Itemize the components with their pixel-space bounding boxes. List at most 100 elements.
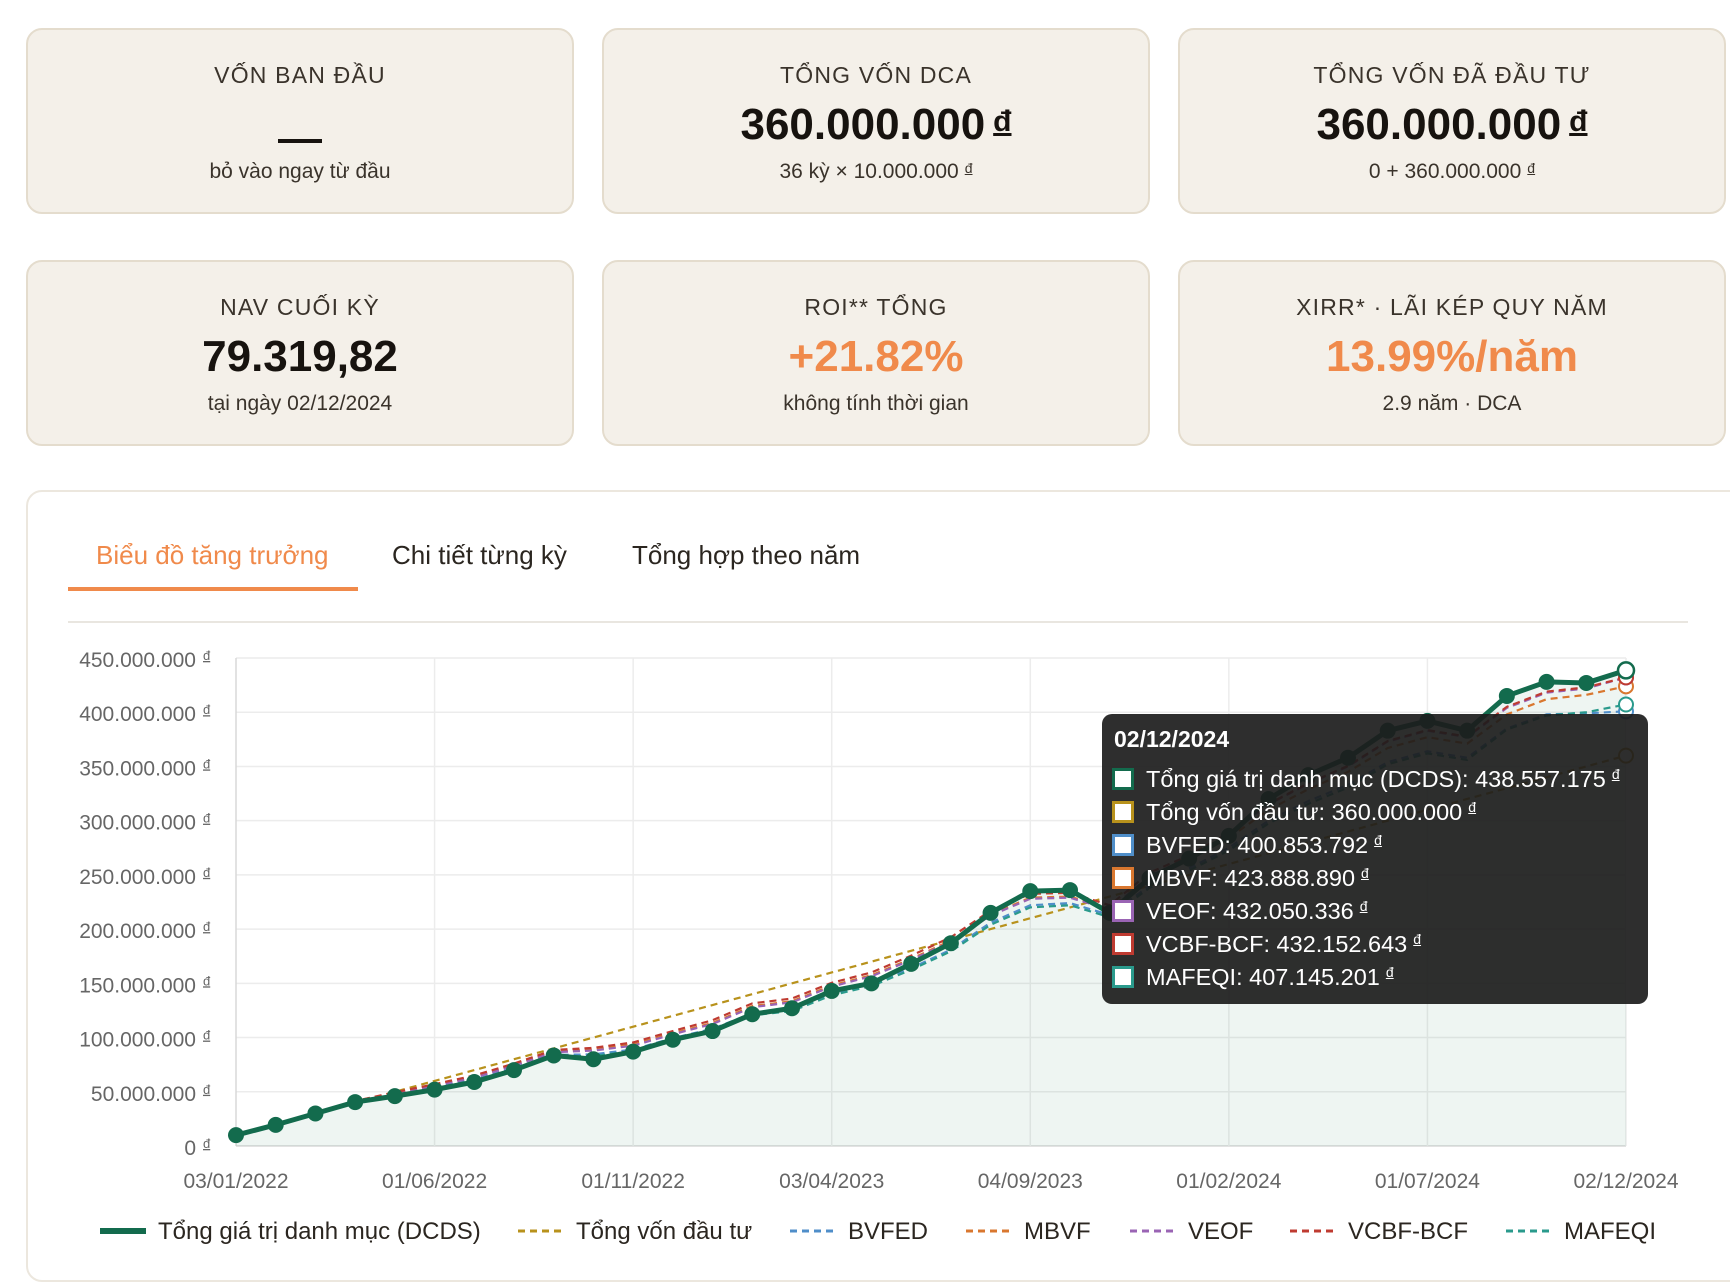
legend-item-bvfed[interactable]: BVFED <box>790 1218 928 1246</box>
tooltip-text: Tổng vốn đầu tư: 360.000.000 <box>1146 799 1463 825</box>
y-tick-label: 100.000.000 <box>79 1029 196 1052</box>
x-tick-label: 01/11/2022 <box>581 1170 685 1193</box>
point-portfolio[interactable] <box>1498 687 1515 704</box>
tooltip-swatch-invested <box>1112 800 1134 823</box>
point-portfolio[interactable] <box>1616 661 1636 680</box>
tooltip-text: VCBF-BCF: 432.152.643 <box>1146 931 1408 957</box>
legend-item-portfolio[interactable]: Tổng giá trị danh mục (DCDS) <box>100 1218 481 1246</box>
point-portfolio[interactable] <box>1022 883 1039 900</box>
legend-swatch-mafeqi <box>1506 1229 1552 1233</box>
x-tick-label: 03/04/2023 <box>779 1170 884 1193</box>
y-tick-currency: đ <box>203 919 211 934</box>
legend-label: VEOF <box>1188 1218 1254 1245</box>
y-tick-currency: đ <box>203 811 211 826</box>
y-tick-label: 150.000.000 <box>79 974 196 997</box>
chart-legend: Tổng giá trị danh mục (DCDS) Tổng vốn đầu… <box>0 1218 1730 1254</box>
x-tick-label: 04/09/2023 <box>978 1170 1083 1193</box>
y-tick-label: 400.000.000 <box>79 703 196 726</box>
tooltip-title: 02/12/2024 <box>1114 726 1230 752</box>
legend-label: MAFEQI <box>1564 1218 1657 1245</box>
y-tick-label: 200.000.000 <box>79 920 196 943</box>
legend-item-mbvf[interactable]: MBVF <box>966 1218 1091 1246</box>
point-portfolio[interactable] <box>1578 674 1595 691</box>
point-portfolio[interactable] <box>228 1127 244 1144</box>
point-portfolio[interactable] <box>506 1062 522 1079</box>
y-tick-label: 300.000.000 <box>79 812 196 835</box>
legend-item-veof[interactable]: VEOF <box>1130 1218 1253 1246</box>
currency-symbol: đ <box>1359 898 1368 914</box>
point-portfolio[interactable] <box>1538 673 1555 690</box>
tooltip-row-mafeqi: MAFEQI: 407.145.201 đ <box>1112 964 1394 991</box>
tooltip-swatch-veof <box>1112 899 1134 922</box>
point-portfolio[interactable] <box>784 1000 800 1017</box>
tooltip-text: BVFED: 400.853.792 <box>1146 832 1369 858</box>
point-portfolio[interactable] <box>823 982 840 999</box>
currency-symbol: đ <box>1611 766 1620 782</box>
point-portfolio[interactable] <box>585 1051 602 1068</box>
legend-label: Tổng vốn đầu tư <box>576 1218 753 1245</box>
chart-tooltip: 02/12/2024 Tổng giá trị danh mục (DCDS):… <box>1102 714 1648 1004</box>
currency-symbol: đ <box>1374 832 1382 848</box>
currency-symbol: đ <box>1468 799 1477 815</box>
y-tick-label: 50.000.000 <box>91 1083 196 1106</box>
point-portfolio[interactable] <box>664 1031 681 1048</box>
legend-item-vcbf[interactable]: VCBF-BCF <box>1290 1218 1468 1246</box>
point-portfolio[interactable] <box>267 1116 284 1133</box>
legend-swatch-portfolio <box>100 1227 146 1234</box>
legend-item-mafeqi[interactable]: MAFEQI <box>1506 1218 1656 1246</box>
tooltip-swatch-mbvf <box>1112 866 1134 889</box>
tooltip-row-mbvf: MBVF: 423.888.890 đ <box>1112 865 1369 892</box>
point-portfolio[interactable] <box>704 1023 721 1040</box>
tooltip-text: VEOF: 432.050.336 <box>1146 898 1354 924</box>
x-tick-label: 02/12/2024 <box>1573 1170 1678 1193</box>
tooltip-text: Tổng giá trị danh mục (DCDS): 438.557.17… <box>1146 766 1606 792</box>
point-portfolio[interactable] <box>307 1105 324 1122</box>
tooltip-row-veof: VEOF: 432.050.336 đ <box>1112 898 1368 925</box>
legend-swatch-veof <box>1130 1229 1176 1233</box>
y-tick-label: 450.000.000 <box>79 649 196 672</box>
x-tick-label: 03/01/2022 <box>183 1170 288 1193</box>
point-portfolio[interactable] <box>347 1094 364 1111</box>
point-portfolio[interactable] <box>386 1088 403 1105</box>
legend-label: BVFED <box>848 1218 929 1245</box>
y-tick-label: 350.000.000 <box>79 757 196 780</box>
currency-symbol: đ <box>1361 865 1369 881</box>
point-portfolio[interactable] <box>426 1081 443 1098</box>
tooltip-swatch-vcbf <box>1112 932 1134 955</box>
currency-symbol: đ <box>1385 964 1394 980</box>
legend-swatch-bvfed <box>790 1229 836 1233</box>
legend-label: VCBF-BCF <box>1348 1218 1468 1245</box>
point-portfolio[interactable] <box>942 935 959 952</box>
tooltip-row-invested: Tổng vốn đầu tư: 360.000.000 đ <box>1112 799 1476 826</box>
y-tick-currency: đ <box>203 1136 211 1151</box>
tooltip-swatch-bvfed <box>1112 833 1134 856</box>
y-tick-currency: đ <box>203 1082 211 1097</box>
currency-symbol: đ <box>1413 931 1422 947</box>
tooltip-row-vcbf: VCBF-BCF: 432.152.643 đ <box>1112 931 1421 958</box>
tooltip-swatch-mafeqi <box>1112 965 1134 988</box>
y-tick-currency: đ <box>203 865 211 880</box>
tooltip-text: MAFEQI: 407.145.201 <box>1146 964 1380 990</box>
y-tick-currency: đ <box>203 973 211 988</box>
point-portfolio[interactable] <box>903 955 920 972</box>
point-portfolio[interactable] <box>466 1074 483 1091</box>
point-portfolio[interactable] <box>982 904 999 921</box>
x-tick-label: 01/02/2024 <box>1176 1170 1281 1193</box>
tooltip-row-bvfed: BVFED: 400.853.792 đ <box>1112 832 1382 859</box>
point-portfolio[interactable] <box>744 1006 761 1023</box>
legend-label: Tổng giá trị danh mục (DCDS) <box>158 1218 481 1245</box>
tooltip-row-portfolio: Tổng giá trị danh mục (DCDS): 438.557.17… <box>1112 766 1620 793</box>
y-tick-currency: đ <box>203 756 211 771</box>
legend-swatch-mbvf <box>966 1229 1012 1233</box>
growth-chart[interactable]: 450.000.000 đ 400.000.000 đ 350.000.000 đ 300.… <box>0 0 1730 1288</box>
point-mafeqi-last[interactable] <box>1618 696 1634 713</box>
y-tick-currency: đ <box>203 1028 211 1043</box>
x-tick-label: 01/07/2024 <box>1375 1170 1480 1193</box>
y-tick-currency: đ <box>203 702 211 717</box>
point-portfolio[interactable] <box>863 975 880 992</box>
legend-item-invested[interactable]: Tổng vốn đầu tư <box>518 1218 752 1246</box>
point-portfolio[interactable] <box>1062 882 1078 899</box>
point-portfolio[interactable] <box>545 1047 562 1064</box>
point-portfolio[interactable] <box>625 1043 642 1060</box>
tooltip-text: MBVF: 423.888.890 <box>1146 865 1356 891</box>
